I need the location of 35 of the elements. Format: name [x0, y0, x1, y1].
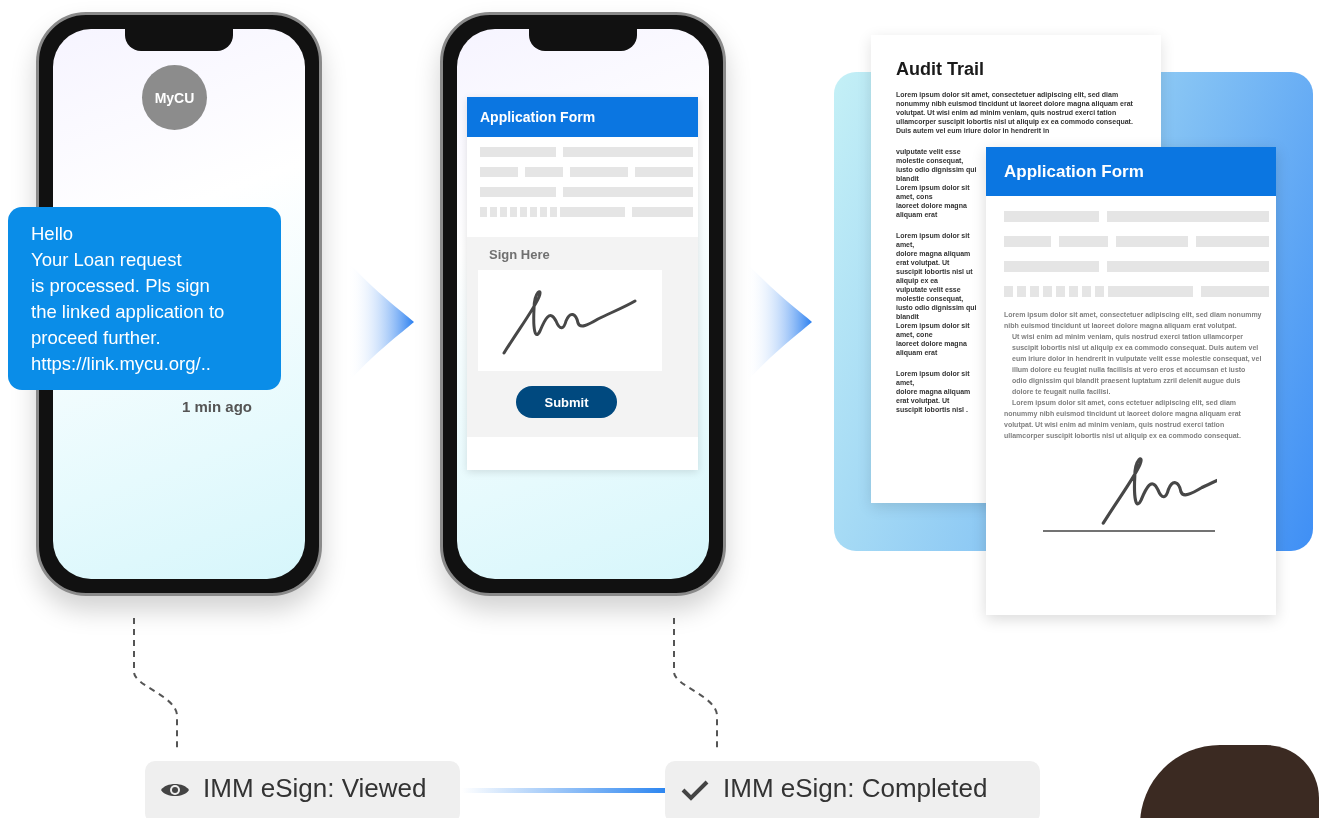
placeholder-bar [1004, 236, 1052, 247]
submit-button[interactable]: Submit [516, 386, 617, 418]
placeholder-bar [550, 207, 557, 217]
placeholder-bar [1082, 286, 1091, 297]
status-label: IMM eSign: Completed [723, 773, 988, 804]
placeholder-bar [635, 167, 693, 177]
placeholder-bar [500, 207, 507, 217]
placeholder-bar [1017, 286, 1026, 297]
placeholder-bar [1004, 286, 1013, 297]
placeholder-bar [1095, 286, 1104, 297]
placeholder-bar [1059, 236, 1108, 247]
placeholder-bar [1201, 286, 1269, 297]
checkmark-icon [680, 779, 710, 801]
placeholder-bar [1043, 286, 1052, 297]
sign-label: Sign Here [489, 247, 550, 262]
placeholder-bar [570, 167, 628, 177]
placeholder-bar [1030, 286, 1039, 297]
placeholder-bar [540, 207, 547, 217]
placeholder-bar [530, 207, 537, 217]
placeholder-bar [480, 167, 518, 177]
form-title: Application Form [467, 97, 698, 137]
placeholder-bar [1056, 286, 1065, 297]
placeholder-bar [490, 207, 497, 217]
placeholder-bar [631, 207, 693, 217]
form-title: Application Form [986, 147, 1276, 196]
message-time: 1 min ago [182, 398, 252, 415]
placeholder-bar [1069, 286, 1078, 297]
placeholder-bar [520, 207, 527, 217]
status-label: IMM eSign: Viewed [203, 773, 427, 804]
placeholder-bar [510, 207, 517, 217]
placeholder-bar [560, 207, 625, 217]
audit-title: Audit Trail [896, 59, 985, 80]
placeholder-bar [480, 207, 487, 217]
placeholder-bar [525, 167, 563, 177]
message-bubble: Hello Your Loan request is processed. Pls sign the linked application to proceed further. https://link.mycu.org/.. [8, 207, 281, 390]
